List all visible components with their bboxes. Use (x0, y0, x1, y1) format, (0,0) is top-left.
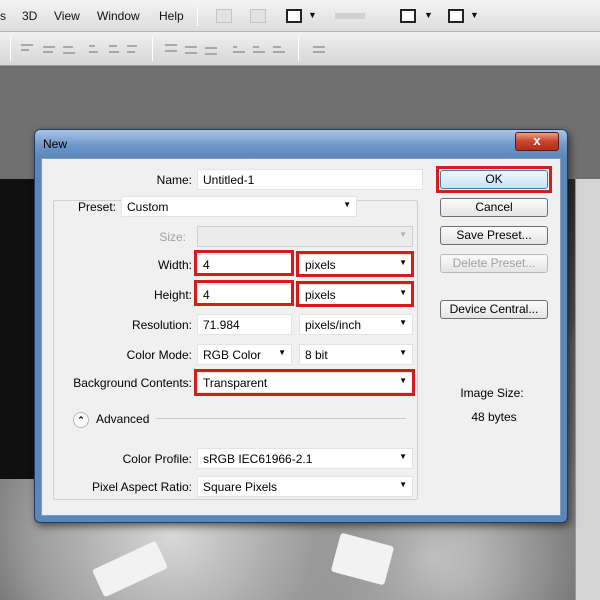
menu-bar: s 3D View Window Help ▼ ▼ ▼ (0, 0, 600, 32)
pixel-aspect-ratio-value: Square Pixels (203, 480, 278, 494)
dialog-titlebar[interactable]: New x (35, 130, 567, 158)
menu-view[interactable]: View (54, 9, 80, 23)
cancel-button[interactable]: Cancel (440, 198, 548, 217)
advanced-divider (156, 418, 406, 419)
align-bottom-icon[interactable] (62, 42, 76, 56)
size-label: Size: (159, 230, 186, 244)
close-button[interactable]: x (515, 132, 559, 151)
extras-icon[interactable] (216, 9, 232, 23)
background-contents-label: Background Contents: (73, 376, 192, 390)
advanced-label[interactable]: Advanced (96, 412, 149, 426)
highlight-box (194, 369, 415, 396)
toolbar-separator (152, 37, 153, 61)
distribute-right-icon[interactable] (272, 42, 286, 56)
size-select: ▼ (197, 226, 413, 247)
highlight-box (436, 166, 552, 193)
color-profile-label: Color Profile: (122, 452, 192, 466)
distribute-bottom-icon[interactable] (204, 42, 218, 56)
resolution-label: Resolution: (131, 318, 192, 332)
chevron-down-icon: ▼ (399, 318, 407, 327)
resolution-unit-select[interactable]: pixels/inch ▼ (299, 314, 413, 335)
arrange-documents-icon[interactable] (286, 9, 302, 23)
image-size-label: Image Size: (460, 386, 524, 400)
pixel-aspect-ratio-label: Pixel Aspect Ratio: (91, 480, 192, 494)
menu-window[interactable]: Window (97, 9, 140, 23)
preset-label: Preset: (77, 200, 116, 214)
color-mode-label: Color Mode: (126, 348, 192, 362)
screen-mode-icon[interactable] (448, 9, 464, 23)
chevron-down-icon: ▼ (278, 348, 286, 357)
chevron-down-icon: ▼ (399, 348, 407, 357)
zoom-level-icon[interactable] (250, 9, 266, 23)
auto-align-layers-icon[interactable] (312, 42, 326, 56)
color-profile-value: sRGB IEC61966-2.1 (203, 452, 313, 466)
toolbar-separator (10, 37, 11, 61)
distribute-left-icon[interactable] (232, 42, 246, 56)
color-profile-select[interactable]: sRGB IEC61966-2.1 ▼ (197, 448, 413, 469)
align-left-icon[interactable] (88, 42, 102, 56)
name-field[interactable]: Untitled-1 (197, 169, 423, 190)
resolution-field[interactable]: 71.984 (197, 314, 292, 335)
highlight-box (296, 251, 414, 277)
align-right-icon[interactable] (126, 42, 140, 56)
bit-depth-select[interactable]: 8 bit ▼ (299, 344, 413, 365)
name-label: Name: (156, 173, 192, 187)
device-central-button[interactable]: Device Central... (440, 300, 548, 319)
image-size-value: 48 bytes (471, 410, 517, 424)
chevron-down-icon: ▼ (399, 452, 407, 461)
chevron-down-icon: ▼ (399, 480, 407, 489)
dialog-title: New (43, 137, 68, 151)
color-mode-value: RGB Color (203, 348, 262, 362)
resolution-unit-value: pixels/inch (305, 318, 362, 332)
menu-item-partial[interactable]: s (0, 9, 6, 23)
height-label: Height: (153, 288, 192, 302)
preset-value: Custom (127, 200, 169, 214)
align-horizontal-center-icon[interactable] (108, 42, 122, 56)
options-bar (0, 32, 600, 66)
advanced-toggle-icon[interactable]: ⌃ (73, 412, 89, 428)
preset-select[interactable]: Custom ▼ (121, 196, 357, 217)
menu-help[interactable]: Help (159, 9, 184, 23)
align-vertical-center-icon[interactable] (42, 42, 56, 56)
vertical-scrollbar[interactable] (575, 179, 600, 600)
distribute-hcenter-icon[interactable] (252, 42, 266, 56)
chevron-down-icon[interactable]: ▼ (308, 10, 317, 20)
chevron-down-icon: ▼ (343, 200, 351, 209)
highlight-box (194, 280, 294, 306)
align-top-icon[interactable] (20, 42, 34, 56)
chevron-down-icon[interactable]: ▼ (424, 10, 433, 20)
delete-preset-button: Delete Preset... (440, 254, 548, 273)
save-preset-button[interactable]: Save Preset... (440, 226, 548, 245)
highlight-box (194, 250, 294, 276)
view-extras-icon[interactable] (400, 9, 416, 23)
menu-separator (197, 6, 198, 26)
highlight-box (296, 281, 414, 307)
toolbar-separator (298, 37, 299, 61)
chevron-down-icon[interactable]: ▼ (470, 10, 479, 20)
color-mode-select[interactable]: RGB Color ▼ (197, 344, 292, 365)
chevron-down-icon: ▼ (399, 230, 407, 239)
bit-depth-value: 8 bit (305, 348, 328, 362)
distribute-top-icon[interactable] (164, 42, 178, 56)
zoom-field[interactable] (335, 13, 365, 19)
menu-3d[interactable]: 3D (22, 9, 37, 23)
pixel-aspect-ratio-select[interactable]: Square Pixels ▼ (197, 476, 413, 497)
distribute-center-icon[interactable] (184, 42, 198, 56)
width-label: Width: (157, 258, 192, 272)
